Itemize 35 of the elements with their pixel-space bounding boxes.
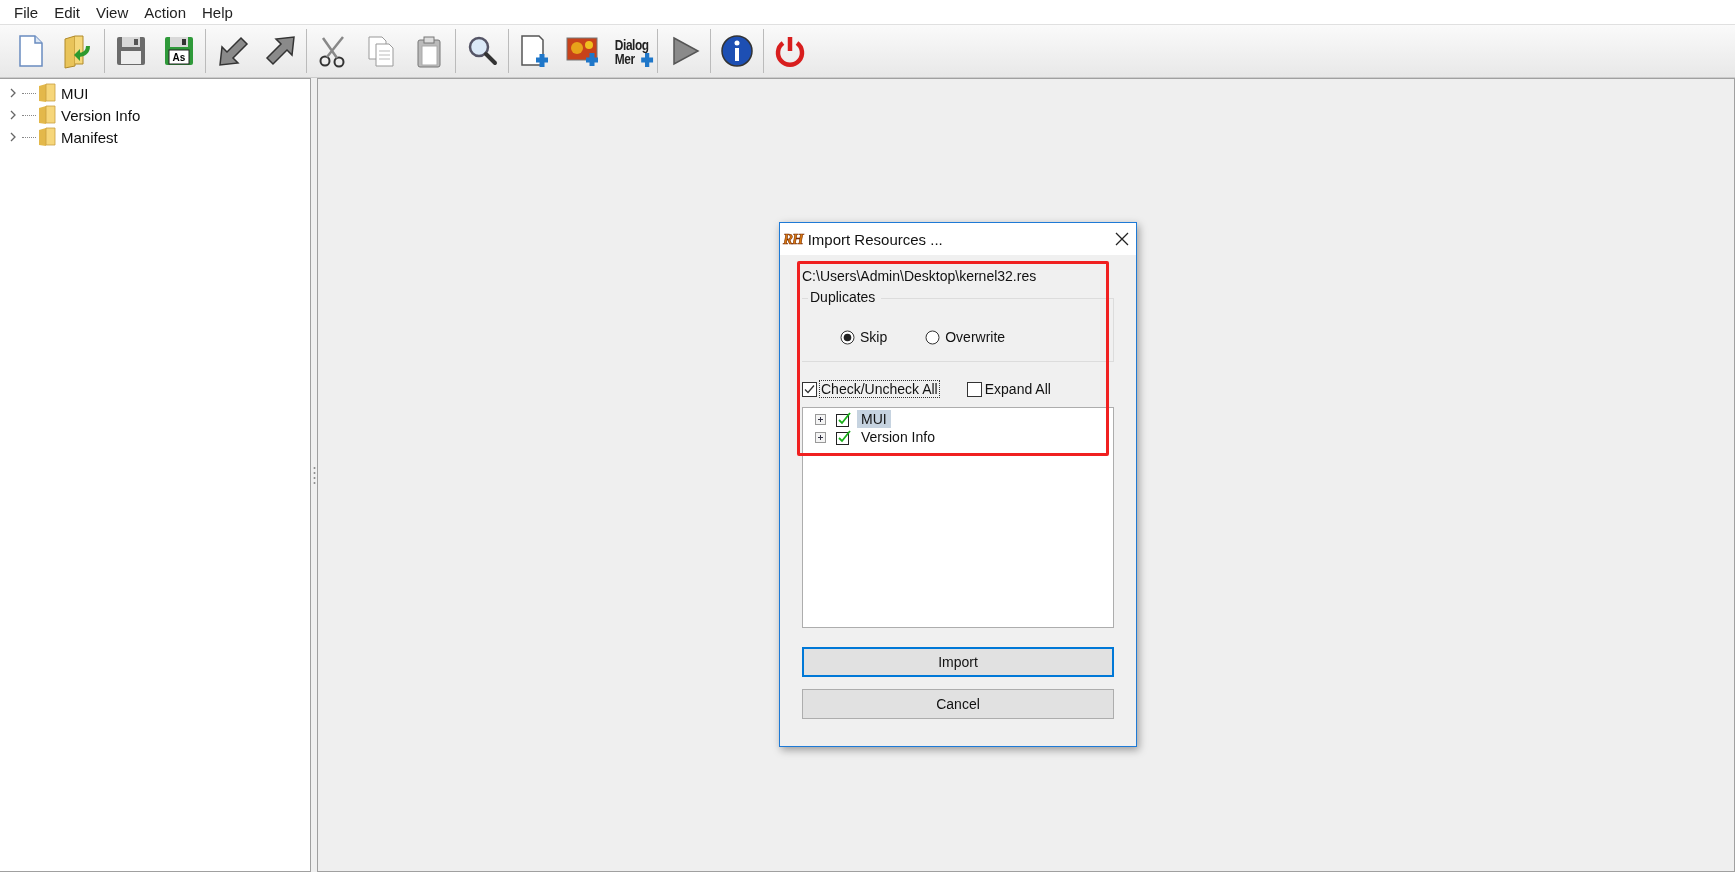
radio-button[interactable] — [925, 329, 941, 345]
group-label: Duplicates — [808, 289, 882, 305]
list-item-label[interactable]: Version Info — [857, 428, 939, 446]
checkbox[interactable] — [802, 381, 817, 397]
plus-icon — [640, 52, 654, 68]
menu-item[interactable]: View — [88, 3, 137, 21]
dialog-title: Import Resources ... — [807, 230, 944, 248]
checkbox[interactable] — [836, 411, 851, 427]
checkbox[interactable] — [966, 381, 982, 397]
expand-icon[interactable] — [815, 431, 826, 443]
dialog-button[interactable]: Cancel — [802, 689, 1114, 719]
checkbox-label[interactable]: Check/Uncheck All — [820, 381, 939, 397]
radio-button[interactable] — [840, 329, 855, 345]
list-item-label[interactable]: MUI — [857, 410, 891, 428]
tree-item-label[interactable]: MUI — [61, 84, 89, 102]
checkbox[interactable] — [836, 429, 851, 445]
info-icon[interactable] — [719, 33, 755, 69]
expand-icon[interactable] — [815, 413, 826, 425]
dialog-button[interactable]: Import — [802, 647, 1114, 677]
dialog-merge-button[interactable]: Dialog Mer — [611, 36, 651, 66]
tree-item-label[interactable]: Manifest — [61, 128, 118, 146]
folder-icon — [38, 105, 56, 125]
menu-item[interactable]: File — [6, 3, 47, 21]
splitter-handle[interactable] — [312, 465, 316, 485]
tree-item-label[interactable]: Version Info — [61, 106, 141, 124]
menu-item[interactable]: Action — [136, 3, 194, 21]
menu-item[interactable]: Help — [194, 3, 241, 21]
checkbox-label[interactable]: Expand All — [984, 381, 1051, 397]
folder-icon — [38, 127, 56, 147]
app-logo: RH — [783, 230, 803, 248]
file-path: C:\Users\Admin\Desktop\kernel32.res — [802, 268, 1038, 286]
folder-icon — [38, 83, 56, 103]
menu-item[interactable]: Edit — [46, 3, 89, 21]
radio-label[interactable]: Skip — [860, 329, 888, 345]
radio-label[interactable]: Overwrite — [945, 329, 1006, 345]
